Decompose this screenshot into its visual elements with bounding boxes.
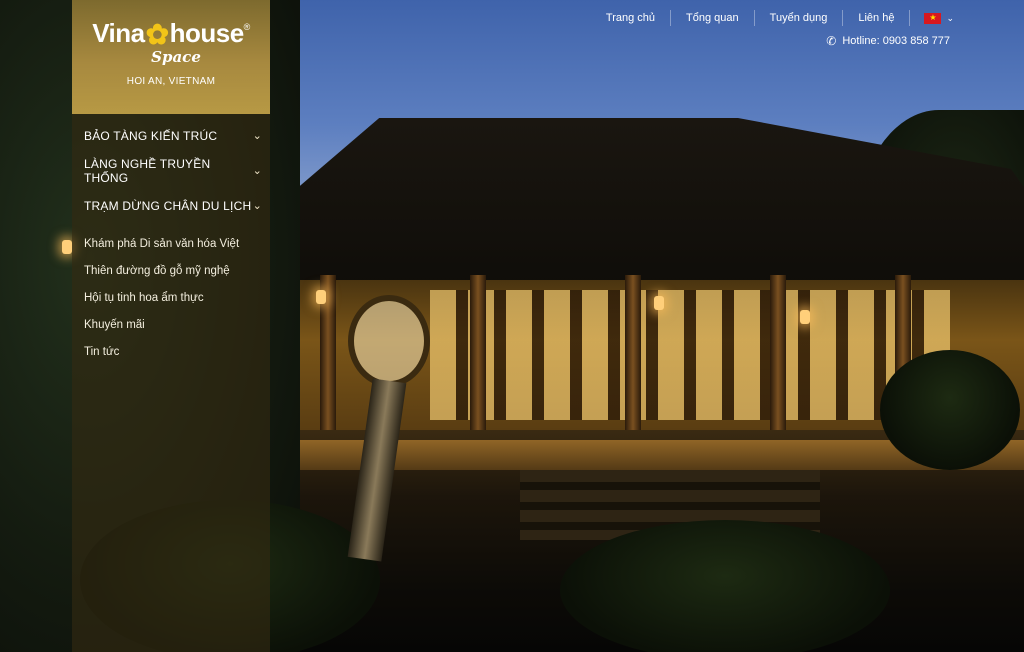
sidebar-item-thien-duong-do-go[interactable]: Thiên đường đồ gỗ mỹ nghệ: [72, 257, 270, 284]
sidebar-item-hoi-tu-tinh-hoa[interactable]: Hội tụ tinh hoa ẩm thực: [72, 284, 270, 311]
nav-link-lien-he[interactable]: Liên hệ: [842, 10, 909, 26]
logo-wordmark: Vina✿house®: [72, 18, 270, 51]
sidebar-item-label: TRẠM DỪNG CHÂN DU LỊCH: [84, 198, 252, 213]
nav-link-tuyen-dung[interactable]: Tuyển dụng: [753, 10, 843, 26]
sidebar-item-bao-tang-kien-truc[interactable]: BẢO TÀNG KIẾN TRÚC ⌄: [72, 118, 270, 153]
lantern: [654, 296, 664, 310]
logo[interactable]: Vina✿house® Space HOI AN, VIETNAM: [72, 0, 270, 114]
hotline-text: Hotline: 0903 858 777: [842, 35, 950, 47]
top-nav: Trang chủ Tổng quan Tuyển dụng Liên hệ ★…: [591, 8, 954, 28]
hotline[interactable]: ✆ Hotline: 0903 858 777: [826, 34, 950, 48]
sidebar-nav: BẢO TÀNG KIẾN TRÚC ⌄ LÀNG NGHỀ TRUYỀN TH…: [72, 118, 270, 365]
round-window: [348, 295, 430, 387]
bonsai-plant: [880, 350, 1020, 470]
sidebar-item-tram-dung-chan-du-lich[interactable]: TRẠM DỪNG CHÂN DU LỊCH ⌄: [72, 188, 270, 223]
sidebar-item-label: LÀNG NGHỀ TRUYỀN THỐNG: [84, 156, 211, 185]
lit-hall-interior: [430, 290, 950, 420]
foreground-plants: [560, 520, 890, 652]
sidebar-item-kham-pha-di-san[interactable]: Khám phá Di sản văn hóa Việt: [72, 230, 270, 257]
lantern: [316, 290, 326, 304]
chevron-down-icon: ⌄: [252, 200, 262, 212]
nav-link-trang-chu[interactable]: Trang chủ: [591, 10, 670, 26]
chevron-down-icon: ⌄: [946, 12, 954, 23]
logo-word-house: house: [169, 18, 245, 48]
nav-link-tong-quan[interactable]: Tổng quan: [670, 10, 754, 26]
language-selector[interactable]: ★ ⌄: [909, 10, 954, 26]
sidebar-item-lang-nghe-truyen-thong[interactable]: LÀNG NGHỀ TRUYỀN THỐNG ⌄: [72, 153, 270, 188]
chevron-down-icon: ⌄: [252, 130, 262, 142]
logo-tagline: Space: [151, 48, 201, 66]
vietnamese-flag-icon: ★: [924, 12, 942, 24]
sidebar-item-label: BẢO TÀNG KIẾN TRÚC: [84, 128, 218, 143]
lantern: [800, 310, 810, 324]
sidebar-item-tin-tuc[interactable]: Tin tức: [72, 338, 270, 365]
sidebar-item-khuyen-mai[interactable]: Khuyến mãi: [72, 311, 270, 338]
logo-word-vina: Vina: [92, 18, 145, 48]
sidebar: Vina✿house® Space HOI AN, VIETNAM BẢO TÀ…: [72, 0, 270, 652]
flower-icon: ✿: [145, 19, 169, 50]
registered-mark: ®: [243, 22, 251, 32]
chevron-down-icon: ⌄: [252, 165, 262, 177]
logo-location: HOI AN, VIETNAM: [126, 76, 216, 87]
phone-icon: ✆: [826, 34, 837, 48]
lantern: [62, 240, 72, 254]
